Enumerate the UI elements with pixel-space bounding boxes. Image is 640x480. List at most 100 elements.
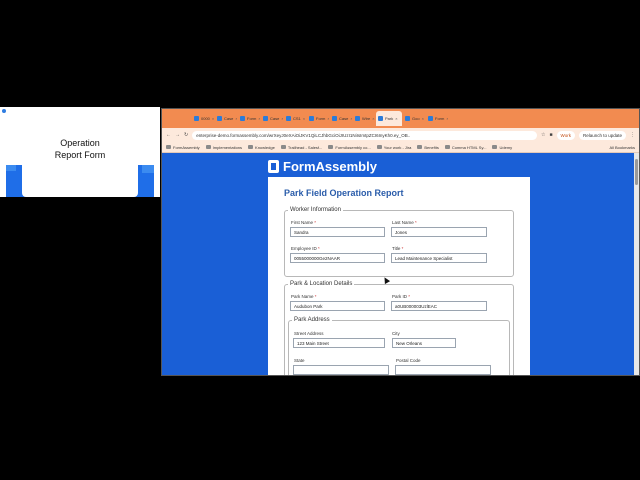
bookmark-item[interactable]: Knowledge: [248, 145, 275, 150]
state-label: State: [294, 358, 305, 363]
bookmark-label: FormAssembly: [173, 144, 200, 150]
park-address-legend: Park Address: [294, 317, 330, 323]
tab-favicon-icon: [378, 116, 383, 121]
first-name-label: First Name *: [291, 220, 317, 225]
tab-close-icon[interactable]: ×: [350, 116, 352, 121]
browser-tab[interactable]: Case×: [261, 111, 283, 126]
tab-favicon-icon: [263, 116, 268, 121]
profile-work-button[interactable]: Work: [556, 130, 575, 140]
state-input[interactable]: [293, 365, 389, 375]
star-icon[interactable]: ☆: [541, 132, 545, 138]
browser-tab[interactable]: CS1 ×: [284, 111, 306, 126]
all-bookmarks[interactable]: All Bookmarks: [607, 145, 635, 150]
folder-icon: [417, 145, 423, 149]
employee-id-label: Employee ID *: [291, 246, 320, 251]
park-id-label: Park ID *: [392, 294, 411, 299]
tab-favicon-icon: [286, 116, 291, 121]
worker-info-legend: Worker Information: [290, 207, 341, 213]
page-scrollbar[interactable]: [634, 153, 639, 375]
street-input[interactable]: 123 Main Street: [293, 338, 385, 348]
folder-icon: [376, 145, 382, 149]
park-name-input[interactable]: Audubon Park: [290, 301, 385, 311]
tab-favicon-icon: [405, 116, 410, 121]
city-label: City: [392, 331, 400, 336]
address-bar[interactable]: enterprise-demo.formassembly.com/wrXeyJ0…: [192, 130, 538, 140]
folder-icon: [166, 145, 171, 149]
city-input[interactable]: New Orleans: [392, 338, 456, 348]
bookmark-label: Comma HTML Sy...: [451, 144, 487, 150]
reload-icon[interactable]: ↻: [184, 132, 188, 138]
browser-tab[interactable]: 0000×: [192, 111, 214, 126]
bookmark-item[interactable]: FormAssembly co...: [328, 144, 371, 150]
browser-tab[interactable]: Form×: [307, 111, 329, 126]
tab-close-icon[interactable]: ×: [281, 116, 283, 121]
tab-close-icon[interactable]: ×: [422, 116, 424, 121]
tab-label: Case: [224, 116, 234, 121]
tab-label: Goo: [412, 116, 420, 121]
slide-title: Operation Report Form: [54, 138, 106, 160]
browser-tab[interactable]: Form×: [426, 111, 448, 126]
last-name-input[interactable]: Jones: [391, 227, 487, 237]
tab-close-icon[interactable]: ×: [395, 116, 397, 121]
tab-close-icon[interactable]: ×: [212, 116, 214, 121]
tab-label: Form: [247, 116, 257, 121]
tab-close-icon[interactable]: ×: [235, 116, 237, 121]
folder-icon: [280, 145, 286, 149]
bookmark-item[interactable]: Your work - Jira: [376, 144, 412, 150]
page-content: FormAssembly Park Field Operation Report…: [162, 153, 639, 375]
tab-close-icon[interactable]: ×: [372, 116, 374, 121]
bookmark-item[interactable]: Benefits: [417, 145, 439, 150]
extension-icon[interactable]: ■: [550, 132, 553, 138]
folder-icon: [492, 145, 498, 149]
bookmark-label: Implementations: [212, 144, 243, 150]
tab-close-icon[interactable]: ×: [258, 116, 260, 121]
relaunch-button[interactable]: Relaunch to update: [578, 130, 626, 140]
park-id-input[interactable]: a0UB000003UzlEAC: [391, 301, 487, 311]
tab-label: Park: [385, 116, 394, 121]
tab-close-icon[interactable]: ×: [303, 116, 305, 121]
bookmark-item[interactable]: Comma HTML Sy...: [444, 144, 487, 150]
postal-code-input[interactable]: [395, 365, 491, 375]
bookmark-label: FormAssembly co...: [335, 144, 371, 150]
folder-icon: [205, 145, 211, 149]
last-name-label: Last Name *: [392, 220, 417, 225]
formassembly-logo: FormAssembly: [268, 159, 377, 174]
browser-window: 0000×Case×Form×Case×CS1×Form×Case×Wire×P…: [161, 108, 640, 376]
employee-id-input[interactable]: 0055000000Ge2NAAR: [290, 253, 385, 263]
tab-close-icon[interactable]: ×: [446, 116, 448, 121]
postal-code-label: Postal Code: [396, 358, 421, 363]
bookmarks-bar: FormAssembly Implementations Knowledge Trai…: [162, 142, 639, 153]
menu-icon[interactable]: ⋮: [630, 132, 635, 138]
presentation-slide: Operation Report Form: [0, 107, 160, 197]
form-title: Park Field Operation Report: [284, 188, 404, 198]
forward-icon[interactable]: →: [175, 132, 180, 138]
bookmark-label: Trailhead - Salesf...: [287, 144, 323, 150]
slide-dot: [2, 109, 6, 113]
bookmark-item[interactable]: Udemy: [492, 145, 512, 150]
tab-label: CS1: [293, 116, 301, 121]
folder-icon: [444, 145, 450, 149]
browser-tab[interactable]: Park ×: [376, 111, 402, 126]
browser-tab[interactable]: Case×: [215, 111, 237, 126]
bookmark-item[interactable]: Implementations: [205, 144, 243, 150]
tab-label: Wire: [362, 116, 371, 121]
folder-icon: [328, 145, 334, 149]
folder-icon: [248, 145, 254, 149]
title-label: Title *: [392, 246, 404, 251]
scrollbar-thumb[interactable]: [635, 159, 638, 185]
bookmark-item[interactable]: Trailhead - Salesf...: [280, 144, 323, 150]
bookmark-label: Your work - Jira: [383, 144, 412, 150]
tab-close-icon[interactable]: ×: [327, 116, 329, 121]
tab-label: 0000: [201, 116, 210, 121]
back-icon[interactable]: ←: [166, 132, 171, 138]
browser-tab[interactable]: Case×: [330, 111, 352, 126]
browser-tab[interactable]: Goo ×: [403, 111, 425, 126]
report-form: Park Field Operation Report Worker Infor…: [268, 177, 530, 375]
bookmark-item[interactable]: FormAssembly: [166, 145, 200, 150]
browser-tab[interactable]: Form×: [238, 111, 260, 126]
tab-bar: 0000×Case×Form×Case×CS1×Form×Case×Wire×P…: [162, 109, 639, 128]
browser-tab[interactable]: Wire ×: [353, 111, 375, 126]
url-text: enterprise-demo.formassembly.com/wrXeyJ0…: [196, 132, 411, 138]
title-input[interactable]: Lead Maintenance Specialist: [391, 253, 487, 263]
first-name-input[interactable]: Sandra: [290, 227, 385, 237]
